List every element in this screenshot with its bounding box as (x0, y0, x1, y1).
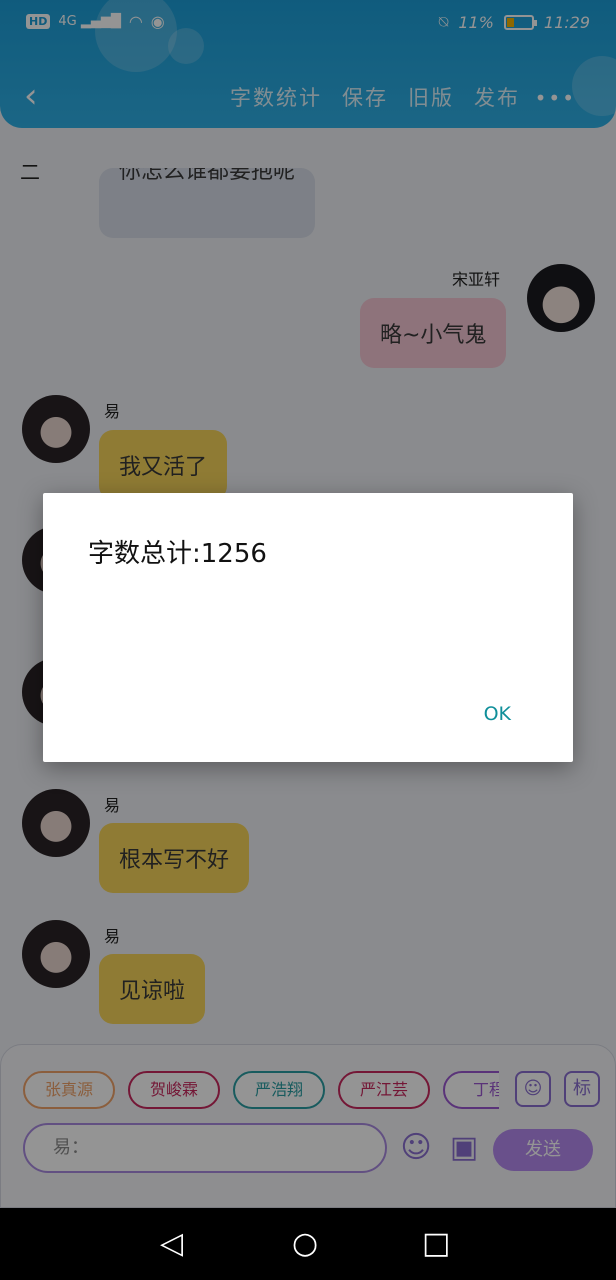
nav-recents-icon[interactable]: □ (422, 1228, 450, 1260)
word-count-dialog: 字数总计:1256 OK (43, 493, 573, 762)
dialog-message: 字数总计:1256 (88, 539, 267, 569)
nav-home-icon[interactable]: ○ (292, 1228, 318, 1260)
ok-button[interactable]: OK (484, 703, 511, 725)
system-nav-bar: ◁ ○ □ (0, 1208, 616, 1280)
nav-back-icon[interactable]: ◁ (160, 1228, 183, 1260)
